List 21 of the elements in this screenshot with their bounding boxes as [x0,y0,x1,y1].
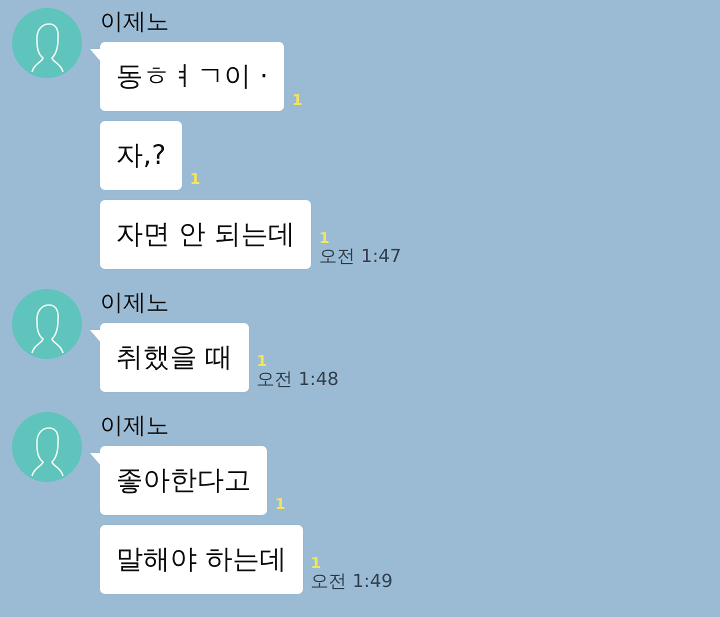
unread-count: 1 [190,171,200,188]
avatar-icon [12,289,82,359]
message-bubble: 자면 안 되는데 [100,200,312,269]
sender-name: 이제노 [100,289,170,317]
unread-count: 1 [256,353,268,370]
unread-count: 1 [275,496,286,513]
sender-name: 이제노 [100,8,170,36]
message-bubble: 자,? [100,121,182,190]
bubble-tail [90,453,102,467]
message-time: 오전 1:48 [256,370,339,390]
avatar-icon [12,8,82,78]
bubble-tail [90,330,102,344]
message-bubble: 말해야 하는데 [100,525,303,594]
unread-count: 1 [310,555,322,572]
message-time: 오전 1:47 [319,247,402,267]
unread-count: 1 [319,230,330,247]
sender-name: 이제노 [100,412,170,440]
unread-count: 1 [292,92,303,109]
avatar-icon [12,412,82,482]
message-time: 오전 1:49 [310,572,393,592]
bubble-tail [90,49,102,63]
